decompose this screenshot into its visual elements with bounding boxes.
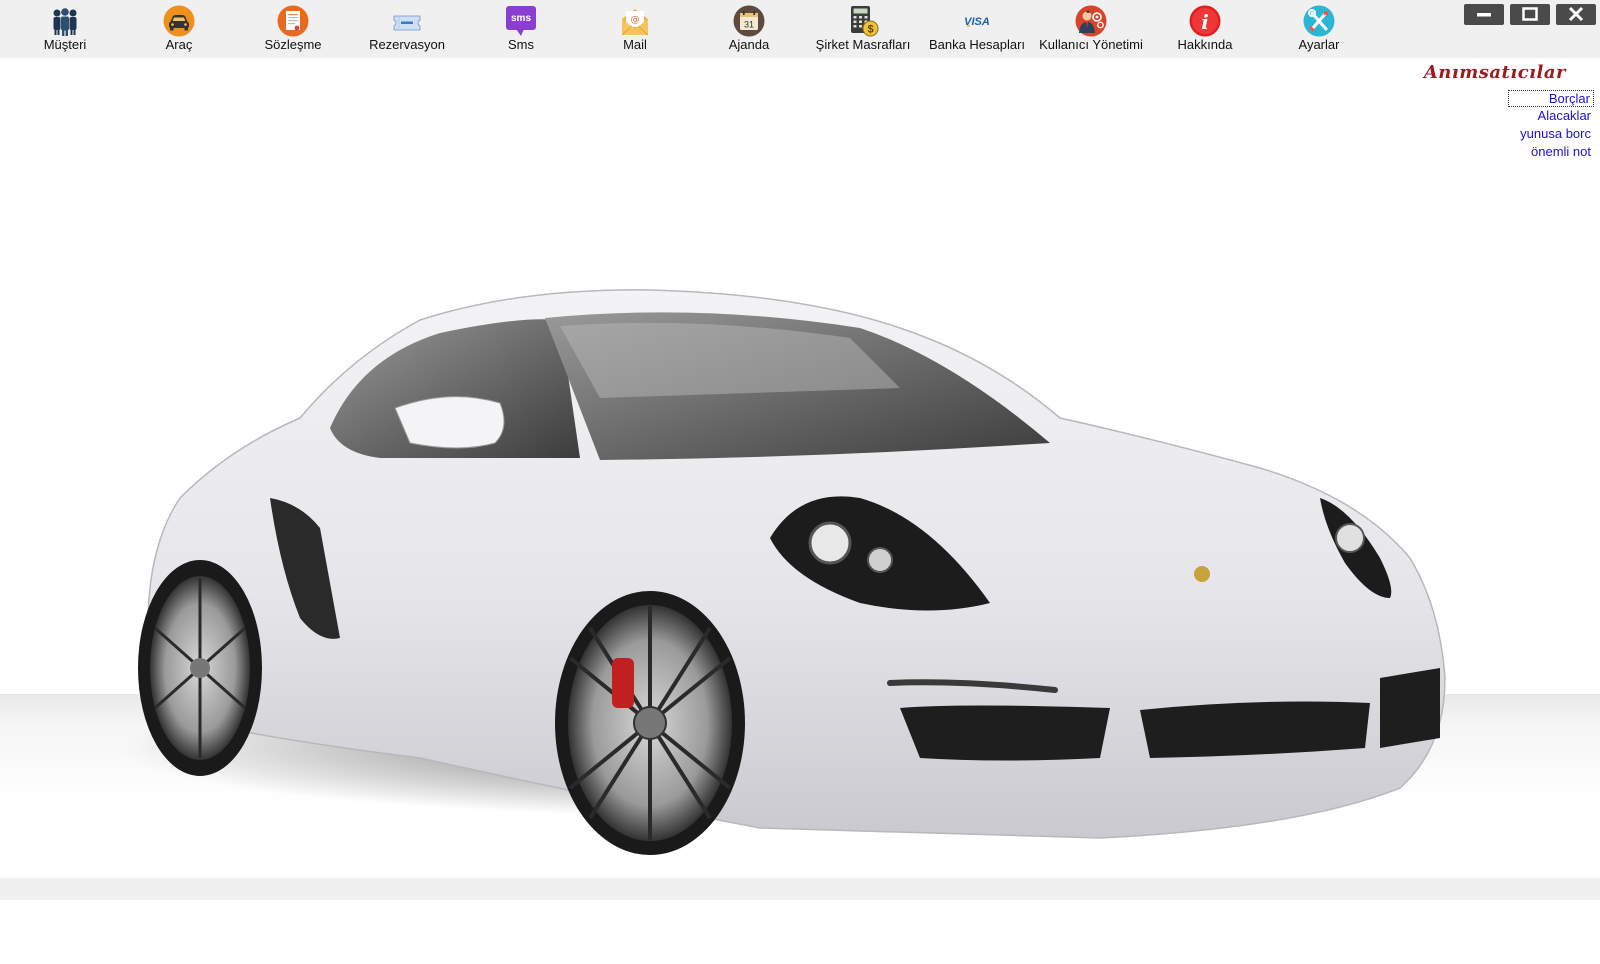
svg-text:@: @ xyxy=(631,15,640,25)
toolbar-button-bank-accounts[interactable]: VISA Banka Hesapları xyxy=(920,3,1034,55)
visa-card-icon: VISA xyxy=(964,16,990,28)
toolbar-button-reservation[interactable]: Rezervasyon xyxy=(350,3,464,55)
toolbar-label: Sözleşme xyxy=(264,37,322,52)
user-management-icon xyxy=(1075,5,1107,37)
toolbar-label: Kullanıcı Yönetimi xyxy=(1039,37,1143,52)
toolbar-label: Mail xyxy=(623,37,647,52)
background-car-image xyxy=(0,58,1600,878)
toolbar-button-mail[interactable]: @ Mail xyxy=(578,3,692,55)
car-illustration xyxy=(120,289,1446,855)
mail-icon: @ xyxy=(621,9,649,36)
settings-tools-icon xyxy=(1303,5,1335,37)
svg-text:$: $ xyxy=(867,24,873,36)
toolbar-label: Ajanda xyxy=(728,37,770,52)
reminder-link-debts[interactable]: Borçlar xyxy=(1508,90,1594,107)
toolbar-label: Rezervasyon xyxy=(369,37,445,52)
reminder-link-important-note[interactable]: önemli not xyxy=(1528,144,1594,159)
status-bar xyxy=(0,878,1600,900)
contract-icon xyxy=(277,5,309,37)
reservation-icon xyxy=(393,15,421,31)
toolbar-label: Sms xyxy=(508,37,534,52)
close-icon xyxy=(1568,6,1584,22)
sms-icon: sms xyxy=(506,6,536,36)
toolbar-label: Araç xyxy=(165,37,193,52)
reminder-link-receivables[interactable]: Alacaklar xyxy=(1535,108,1594,123)
toolbar-label: Hakkında xyxy=(1177,37,1233,52)
minimize-icon xyxy=(1477,13,1491,17)
toolbar-button-about[interactable]: i Hakkında xyxy=(1148,3,1262,55)
maximize-icon xyxy=(1522,7,1538,21)
svg-text:sms: sms xyxy=(511,13,531,24)
toolbar-button-agenda[interactable]: 31 Ajanda xyxy=(692,3,806,55)
calendar-icon: 31 xyxy=(733,5,765,37)
car-icon xyxy=(163,5,195,37)
toolbar-button-company-expenses[interactable]: $ Şirket Masrafları xyxy=(806,3,920,55)
toolbar-label: Banka Hesapları xyxy=(928,37,1026,52)
toolbar-button-contract[interactable]: Sözleşme xyxy=(236,3,350,55)
toolbar-button-user-management[interactable]: Kullanıcı Yönetimi xyxy=(1034,3,1148,55)
svg-text:i: i xyxy=(1201,10,1209,34)
customers-icon xyxy=(53,8,77,36)
maximize-button[interactable] xyxy=(1510,4,1550,25)
toolbar-label: Şirket Masrafları xyxy=(815,37,911,52)
info-icon: i xyxy=(1189,5,1221,37)
reminder-link-yunusa-borc[interactable]: yunusa borc xyxy=(1517,126,1594,141)
svg-text:31: 31 xyxy=(744,20,754,30)
toolbar-button-sms[interactable]: sms Sms xyxy=(464,3,578,55)
toolbar-label: Müşteri xyxy=(43,37,87,52)
minimize-button[interactable] xyxy=(1464,4,1504,25)
toolbar-button-car[interactable]: Araç xyxy=(122,3,236,55)
close-button[interactable] xyxy=(1556,4,1596,25)
toolbar-button-settings[interactable]: Ayarlar xyxy=(1262,3,1376,55)
toolbar-label: Ayarlar xyxy=(1298,37,1340,52)
calculator-icon: $ xyxy=(851,6,879,37)
toolbar-button-customers[interactable]: Müşteri xyxy=(8,3,122,55)
reminders-title: Anımsatıcılar xyxy=(1423,62,1566,83)
main-toolbar: Müşteri Araç Sözleşme Rezervasyon sms Sm… xyxy=(0,0,1600,58)
